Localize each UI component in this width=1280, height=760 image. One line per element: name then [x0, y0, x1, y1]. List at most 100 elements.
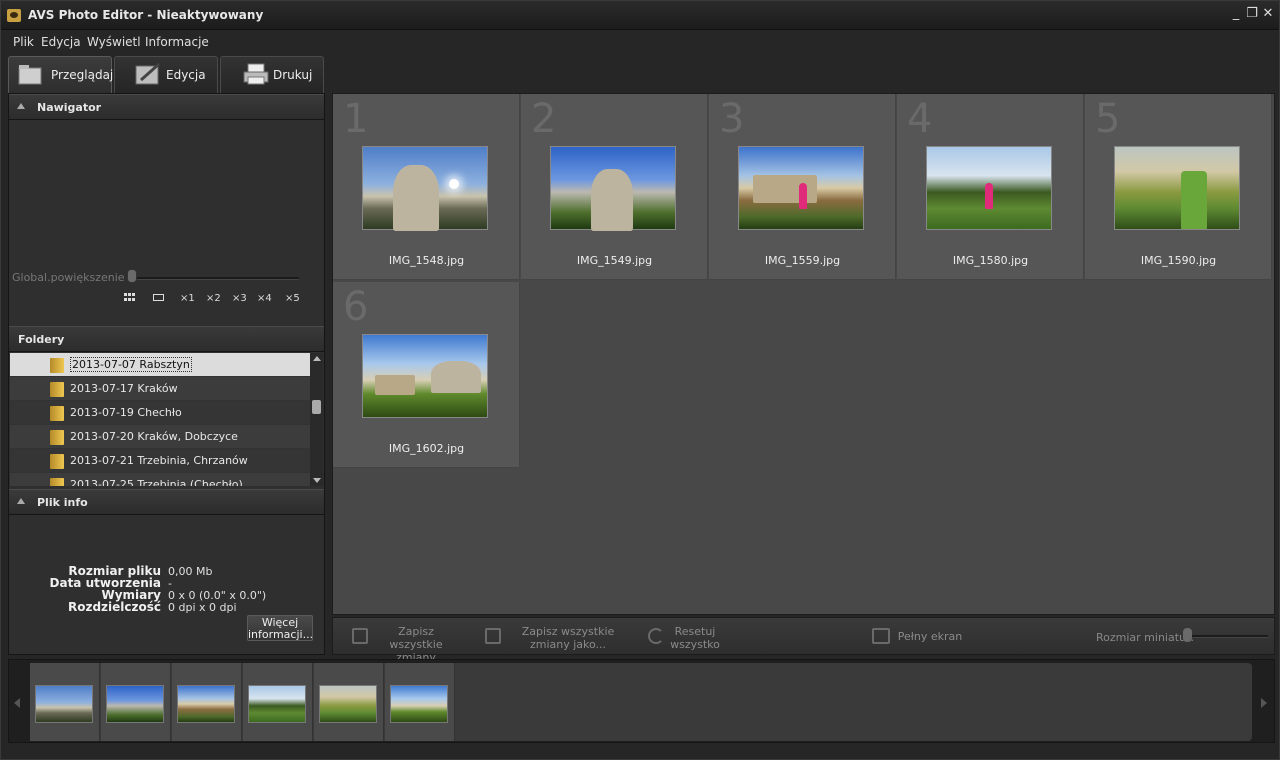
folder-icon: [50, 478, 64, 486]
print-icon: [243, 62, 269, 86]
scroll-up-icon[interactable]: [313, 356, 321, 361]
scroll-thumb[interactable]: [312, 400, 321, 414]
action-bar: Zapisz wszystkie zmiany Zapisz wszystkie…: [332, 617, 1275, 664]
filmstrip-item[interactable]: [101, 663, 171, 741]
folder-item[interactable]: 2013-07-19 Chechło: [10, 401, 310, 425]
edit-icon: [135, 62, 161, 86]
filmstrip-item[interactable]: [30, 663, 100, 741]
tab-edycja[interactable]: Edycja: [114, 56, 218, 93]
photo-number: 1: [343, 96, 369, 142]
photo-thumbnail[interactable]: [362, 334, 488, 418]
photo-tile[interactable]: 3 IMG_1559.jpg: [709, 94, 896, 280]
photo-filename: IMG_1549.jpg: [576, 254, 653, 267]
zoom-slider-track[interactable]: [134, 277, 299, 280]
collapse-icon[interactable]: [17, 103, 25, 109]
photo-tile[interactable]: 2 IMG_1549.jpg: [521, 94, 708, 280]
info-key: Rozdzielczość: [67, 600, 161, 614]
zoom-x2-button[interactable]: ×2: [206, 293, 221, 304]
file-info-header[interactable]: Plik info: [9, 489, 324, 515]
filmstrip-thumbnail[interactable]: [177, 685, 235, 723]
filmstrip-track: [30, 663, 1252, 741]
menu-informacje[interactable]: Informacje: [145, 35, 209, 49]
window-title: AVS Photo Editor - Nieaktywowany: [28, 8, 264, 22]
filmstrip-item[interactable]: [314, 663, 384, 741]
zoom-x1-button[interactable]: ×1: [180, 293, 195, 304]
navigator-header[interactable]: Nawigator: [9, 94, 324, 120]
filmstrip-thumbnail[interactable]: [35, 685, 93, 723]
fullscreen-button[interactable]: Pełny ekran: [895, 630, 965, 643]
photo-number: 6: [343, 284, 369, 330]
reset-all-button[interactable]: Resetuj wszystko: [666, 625, 724, 651]
more-info-button[interactable]: Więcej informacji...: [247, 615, 313, 641]
save-all-as-button[interactable]: Zapisz wszystkie zmiany jako...: [503, 625, 633, 651]
photo-tile[interactable]: 4 IMG_1580.jpg: [897, 94, 1084, 280]
folder-scrollbar[interactable]: [310, 353, 323, 486]
photo-number: 5: [1095, 96, 1121, 142]
app-logo-icon: [7, 9, 21, 22]
photo-thumbnail[interactable]: [926, 146, 1052, 230]
photo-thumbnail[interactable]: [738, 146, 864, 230]
filmstrip-item[interactable]: [385, 663, 455, 741]
folder-item[interactable]: 2013-07-17 Kraków: [10, 377, 310, 401]
zoom-x4-button[interactable]: ×4: [257, 293, 272, 304]
browse-icon: [17, 62, 43, 86]
save-as-icon: [485, 628, 501, 644]
photo-tile[interactable]: 1 IMG_1548.jpg: [333, 94, 520, 280]
scroll-down-icon[interactable]: [313, 478, 321, 483]
photo-thumbnail[interactable]: [550, 146, 676, 231]
photo-tile[interactable]: 6 IMG_1602.jpg: [333, 282, 520, 468]
zoom-x3-button[interactable]: ×3: [232, 293, 247, 304]
restore-icon[interactable]: ❐: [1244, 6, 1260, 22]
folder-item[interactable]: 2013-07-25 Trzebinia (Chechło): [10, 473, 310, 486]
filmstrip-item[interactable]: [172, 663, 242, 741]
file-info-body: Rozmiar pliku 0,00 Mb Data utworzenia - …: [9, 515, 324, 654]
photo-tile[interactable]: 5 IMG_1590.jpg: [1085, 94, 1272, 280]
thumb-size-slider[interactable]: [1188, 635, 1268, 638]
title-bar: AVS Photo Editor - Nieaktywowany _ ❐ ✕: [1, 1, 1279, 30]
photo-filename: IMG_1590.jpg: [1140, 254, 1217, 267]
zoom-label: Global.powiększenie: [12, 271, 125, 284]
info-value: 0 dpi x 0 dpi: [168, 601, 237, 614]
menu-edycja[interactable]: Edycja: [41, 35, 81, 49]
photo-filename: IMG_1559.jpg: [764, 254, 841, 267]
filmstrip-right-icon[interactable]: [1261, 698, 1267, 708]
close-icon[interactable]: ✕: [1260, 6, 1276, 22]
folder-icon: [50, 430, 64, 445]
filmstrip-thumbnail[interactable]: [106, 685, 164, 723]
photo-number: 2: [531, 96, 557, 142]
folder-item[interactable]: 2013-07-20 Kraków, Dobczyce: [10, 425, 310, 449]
zoom-x5-button[interactable]: ×5: [285, 293, 300, 304]
photo-thumbnail[interactable]: [362, 146, 488, 231]
filmstrip-thumbnail[interactable]: [390, 685, 448, 723]
filmstrip-thumbnail[interactable]: [248, 685, 306, 723]
filmstrip-left-icon[interactable]: [14, 698, 20, 708]
reset-icon: [648, 628, 664, 644]
photo-filename: IMG_1548.jpg: [388, 254, 465, 267]
folder-icon: [50, 406, 64, 421]
folder-item[interactable]: 2013-07-21 Trzebinia, Chrzanów: [10, 449, 310, 473]
tab-drukuj[interactable]: Drukuj: [220, 56, 324, 93]
filmstrip-item[interactable]: [243, 663, 313, 741]
thumb-size-slider-thumb[interactable]: [1183, 628, 1192, 642]
tab-przegladaj[interactable]: Przeglądaj: [8, 56, 113, 93]
zoom-slider-thumb[interactable]: [127, 269, 137, 283]
folder-item[interactable]: 2013-07-07 Rabsztyn: [10, 353, 310, 377]
filmstrip-thumbnail[interactable]: [319, 685, 377, 723]
grid-view-icon[interactable]: [124, 293, 136, 305]
folder-list: 2013-07-07 Rabsztyn 2013-07-17 Kraków 20…: [10, 353, 310, 486]
fit-view-icon[interactable]: [153, 293, 165, 305]
minimize-icon[interactable]: _: [1228, 6, 1244, 22]
fullscreen-icon: [872, 628, 890, 644]
app-window: AVS Photo Editor - Nieaktywowany _ ❐ ✕ P…: [0, 0, 1280, 760]
photo-thumbnail[interactable]: [1114, 146, 1240, 230]
save-icon: [352, 628, 368, 644]
folders-header: Foldery: [9, 326, 324, 352]
left-panel: Nawigator Global.powiększenie ×1 ×2 ×3 ×…: [8, 93, 325, 655]
folder-icon: [50, 454, 64, 469]
menu-plik[interactable]: Plik: [13, 35, 34, 49]
photo-browser: 1 IMG_1548.jpg 2 IMG_1549.jpg 3 IMG_1559…: [332, 93, 1275, 615]
collapse-icon[interactable]: [17, 498, 25, 504]
menu-wyswietl[interactable]: Wyświetl: [87, 35, 141, 49]
filmstrip: [8, 659, 1275, 743]
menu-bar: Plik Edycja Wyświetl Informacje: [1, 31, 1279, 53]
